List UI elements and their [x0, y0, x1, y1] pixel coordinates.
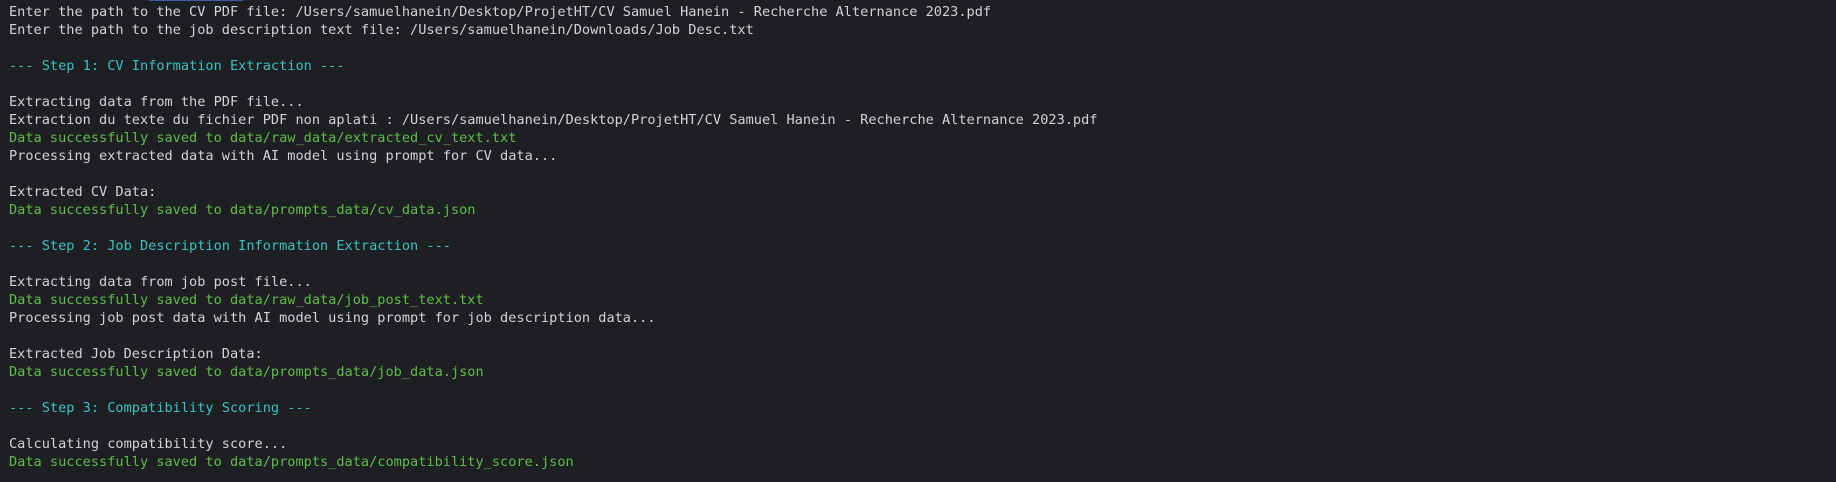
console-line: Extracting data from job post file... — [9, 274, 312, 290]
success-line: Data successfully saved to data/prompts_… — [9, 202, 476, 218]
success-line: Data successfully saved to data/raw_data… — [9, 130, 517, 146]
console-line: Extracted Job Description Data: — [9, 346, 263, 362]
console-line: Extraction du texte du fichier PDF non a… — [9, 112, 1098, 128]
console-line: Calculating compatibility score... — [9, 436, 288, 452]
success-line: Data successfully saved to data/prompts_… — [9, 364, 484, 380]
console-line: Enter the path to the job description te… — [9, 22, 754, 38]
link-underline — [149, 0, 243, 1]
success-line: Data successfully saved to data/prompts_… — [9, 454, 574, 470]
console-line: Extracted CV Data: — [9, 184, 157, 200]
step-header-line: --- Step 3: Compatibility Scoring --- — [9, 400, 312, 416]
success-line: Data successfully saved to data/raw_data… — [9, 292, 484, 308]
console-line: Processing job post data with AI model u… — [9, 310, 656, 326]
console-output: Enter the path to the CV PDF file: /User… — [9, 3, 1836, 471]
console-line: Processing extracted data with AI model … — [9, 148, 558, 164]
step-header-line: --- Step 2: Job Description Information … — [9, 238, 451, 254]
console-line: Extracting data from the PDF file... — [9, 94, 304, 110]
step-header-line: --- Step 1: CV Information Extraction --… — [9, 58, 345, 74]
console-line: Enter the path to the CV PDF file: /User… — [9, 4, 992, 20]
